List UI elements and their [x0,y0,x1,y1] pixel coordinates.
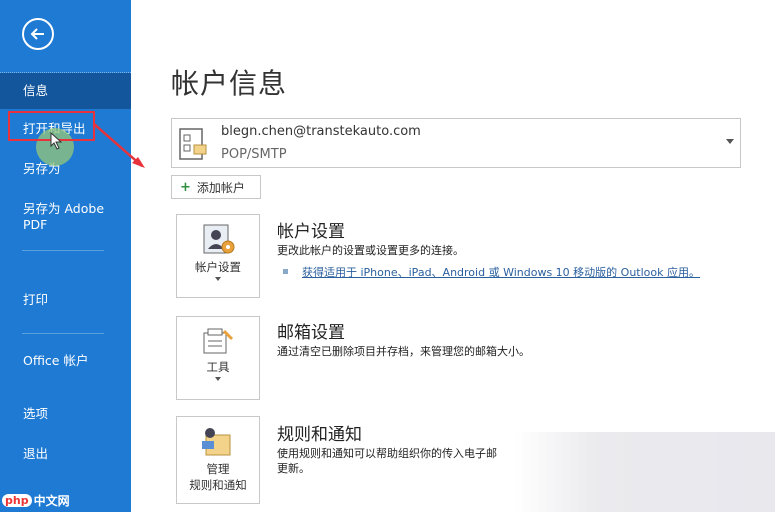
section-title-account-settings: 帐户设置 [277,222,345,242]
account-email: blegn.chen@transtekauto.com [221,124,421,139]
divider [22,333,104,334]
mailbox-tools-tile[interactable]: 工具 [176,316,260,400]
tile-label-line2: 规则和通知 [189,478,247,492]
nav-item-info[interactable]: 信息 [0,73,131,109]
section-desc-rules: 使用规则和通知可以帮助组织你的传入电子邮 [277,447,497,460]
tools-icon [203,328,234,354]
section-desc-account-settings: 更改此帐户的设置或设置更多的连接。 [277,244,464,257]
tile-label-line1: 管理 [206,462,230,476]
account-selector[interactable]: blegn.chen@transtekauto.com POP/SMTP [171,118,741,168]
back-button[interactable] [22,18,54,50]
nav-item-exit[interactable]: 退出 [0,446,131,462]
mouse-pointer-icon [50,132,63,150]
tile-label: 帐户设置 [195,260,241,274]
add-account-label: 添加帐户 [196,180,245,195]
account-type: POP/SMTP [221,147,287,162]
nav-item-options[interactable]: 选项 [0,406,131,422]
section-title-mailbox-settings: 邮箱设置 [277,323,345,343]
arrow-left-icon [30,28,44,40]
watermark-logo: php 中文网 [2,492,70,509]
backstage-sidebar: 信息 打开和导出 另存为 另存为 Adobe PDF 打印 Office 帐户 … [0,0,131,512]
logo-text: 中文网 [33,494,70,508]
chevron-down-icon [726,139,734,144]
account-settings-icon [203,224,235,254]
chevron-down-icon [215,277,221,281]
nav-item-print[interactable]: 打印 [0,292,131,308]
rules-alerts-tile[interactable]: 管理 规则和通知 [176,416,260,504]
outlook-app-link[interactable]: 获得适用于 iPhone、iPad、Android 或 Windows 10 移… [302,264,700,280]
add-account-button[interactable]: + 添加帐户 [171,175,261,199]
page-title: 帐户信息 [171,67,288,100]
section-desc-rules-2: 更新。 [277,462,310,475]
tile-label: 工具 [206,360,230,374]
account-settings-tile[interactable]: 帐户设置 [176,214,260,298]
section-title-rules: 规则和通知 [277,425,362,445]
bullet-icon [283,269,288,274]
plus-icon: + [180,179,191,195]
nav-item-office-account[interactable]: Office 帐户 [0,353,90,369]
divider [22,250,104,251]
chevron-down-icon [215,377,221,381]
account-icon [179,128,207,160]
nav-item-save-as-pdf[interactable]: 另存为 Adobe PDF [0,201,110,233]
rules-icon [202,428,231,456]
image-fade-overlay [515,432,775,512]
logo-php: php [2,494,32,507]
section-desc-mailbox-settings: 通过清空已删除项目并存档，来管理您的邮箱大小。 [277,345,530,358]
nav-item-disabled [0,256,131,272]
